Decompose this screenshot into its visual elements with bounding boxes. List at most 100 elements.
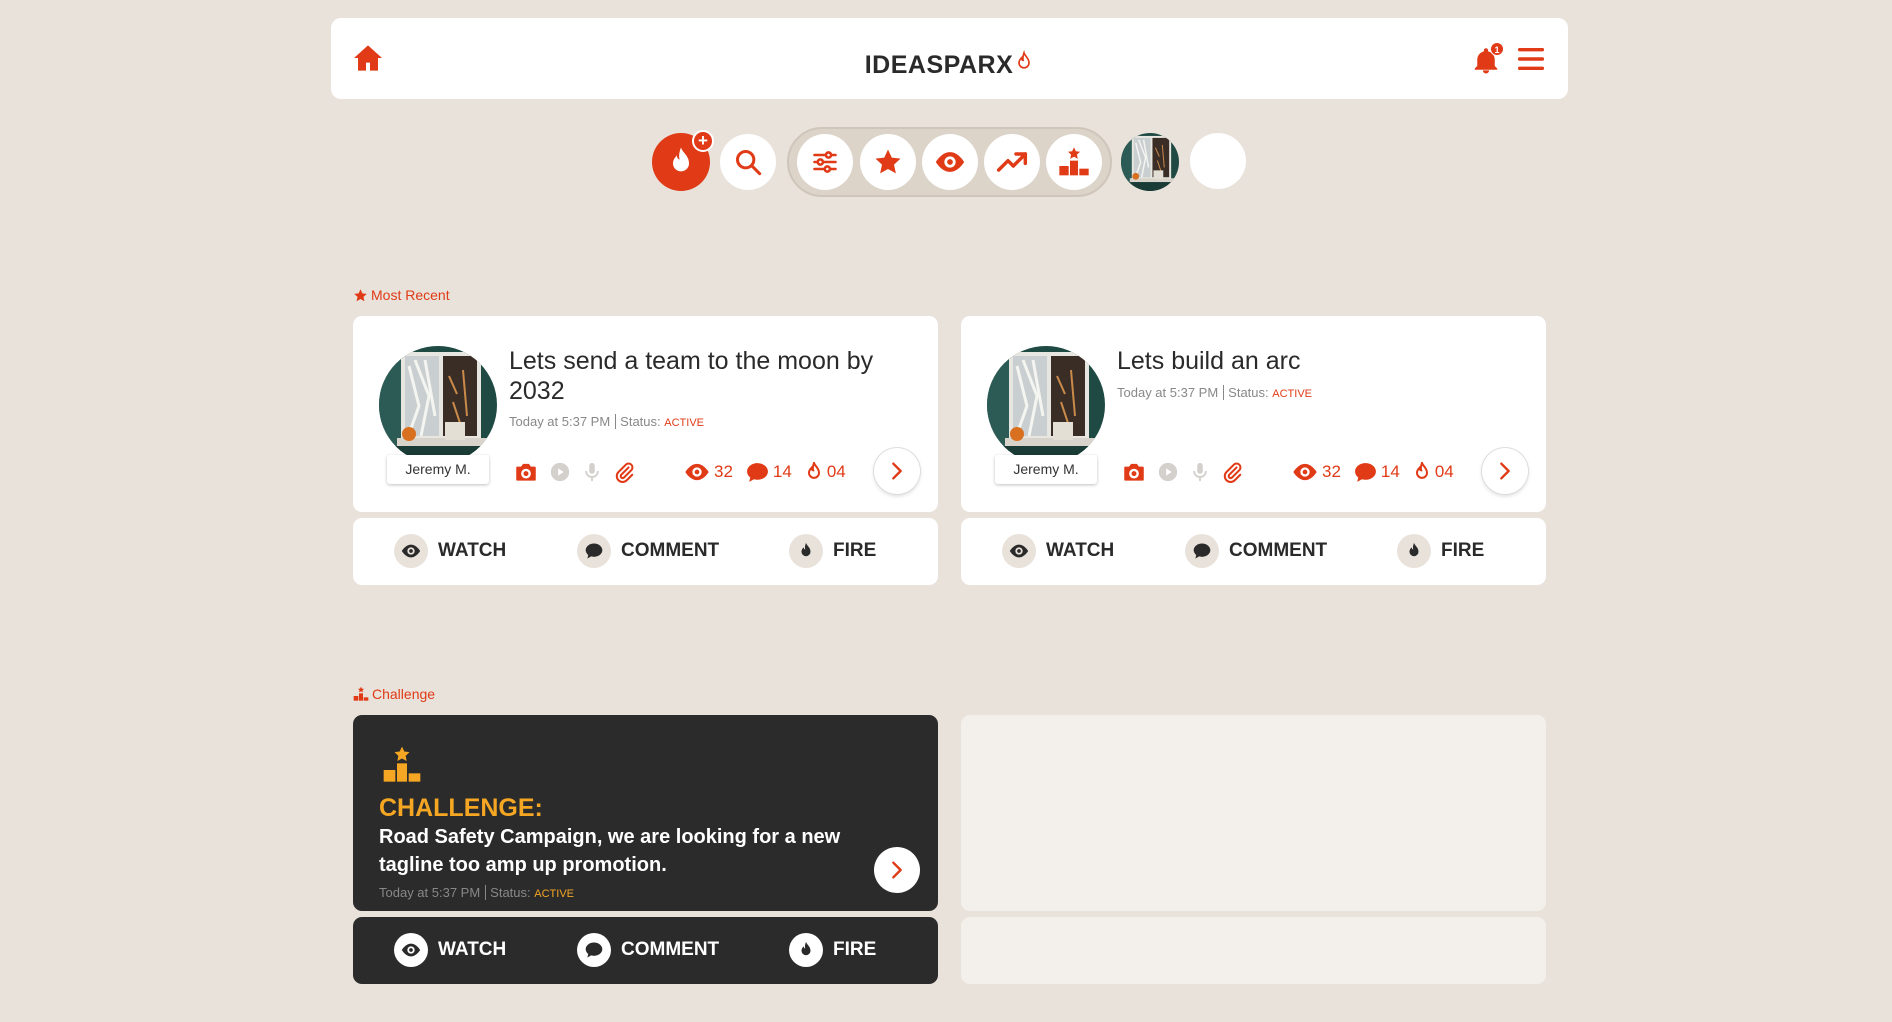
comment-icon (584, 541, 604, 561)
flame-icon (1018, 49, 1031, 69)
eye-icon (1008, 540, 1030, 562)
watch-button[interactable]: WATCH (394, 933, 506, 967)
eye-icon (400, 540, 422, 562)
podium-icon (1058, 146, 1090, 178)
open-challenge-button[interactable] (874, 847, 920, 893)
author-photo (379, 346, 497, 464)
camera-icon[interactable] (1121, 459, 1147, 485)
challenge-time: Today at 5:37 PM (379, 885, 481, 900)
watch-button[interactable]: WATCH (1002, 534, 1114, 568)
comment-icon (1192, 541, 1212, 561)
eye-icon (1291, 458, 1319, 486)
trending-button[interactable] (984, 134, 1040, 190)
play-icon[interactable] (549, 461, 571, 483)
new-idea-button[interactable]: + (652, 130, 714, 191)
idea-meta: Today at 5:37 PM Status: ACTIVE (509, 414, 704, 429)
eye-icon (400, 939, 422, 961)
notifications-button[interactable]: 1 (1471, 42, 1505, 76)
watching-button[interactable] (922, 134, 978, 190)
views-stat: 32 (1291, 458, 1341, 486)
hamburger-menu-icon[interactable] (1517, 46, 1545, 72)
trending-up-icon (996, 152, 1028, 172)
idea-title[interactable]: Lets send a team to the moon by 2032 (509, 346, 919, 406)
paperclip-icon[interactable] (1221, 461, 1243, 483)
chevron-right-icon (886, 460, 908, 482)
challenge-heading: CHALLENGE: (379, 794, 543, 822)
filter-button[interactable] (797, 134, 853, 190)
filter-sliders-icon (813, 151, 837, 173)
idea-time: Today at 5:37 PM (1117, 385, 1219, 400)
fires-stat: 04 (804, 461, 846, 483)
comments-stat: 14 (745, 460, 792, 485)
idea-actions-bar: WATCH COMMENT FIRE (961, 518, 1546, 585)
flame-icon (797, 541, 815, 561)
most-recent-label: Most Recent (353, 287, 450, 303)
fires-stat: 04 (1412, 461, 1454, 483)
search-icon (735, 149, 762, 176)
microphone-icon[interactable] (1189, 461, 1211, 483)
flame-icon (1412, 461, 1432, 483)
author-name: Jeremy M. (995, 455, 1097, 484)
play-icon[interactable] (1157, 461, 1179, 483)
flame-icon (1405, 541, 1423, 561)
idea-actions-bar: WATCH COMMENT FIRE (353, 518, 938, 585)
idea-card[interactable]: Jeremy M. Lets build an arc Today at 5:3… (961, 316, 1546, 512)
status-label: Status: (620, 414, 661, 429)
loading-placeholder-actions (961, 917, 1546, 984)
challenge-meta: Today at 5:37 PM Status: ACTIVE (379, 885, 574, 900)
challenges-button[interactable] (1046, 134, 1102, 190)
microphone-icon[interactable] (581, 461, 603, 483)
open-idea-button[interactable] (874, 448, 920, 494)
idea-stats: 32 14 04 (1291, 458, 1466, 486)
idea-title[interactable]: Lets build an arc (1117, 346, 1527, 376)
comments-stat: 14 (1353, 460, 1400, 485)
logo-text: IDEASPARX (864, 51, 1014, 79)
eye-icon (933, 145, 967, 179)
media-icons (513, 459, 635, 485)
flame-icon (797, 940, 815, 960)
user-avatar[interactable] (1121, 133, 1179, 191)
status-label: Status: (1228, 385, 1269, 400)
fire-button[interactable]: FIRE (789, 534, 876, 568)
chevron-right-icon (1494, 460, 1516, 482)
watch-button[interactable]: WATCH (394, 534, 506, 568)
challenge-card[interactable]: CHALLENGE: Road Safety Campaign, we are … (353, 715, 938, 911)
chevron-right-icon (886, 859, 908, 881)
notification-count-badge: 1 (1490, 42, 1504, 56)
views-stat: 32 (683, 458, 733, 486)
blank-toolbar-button[interactable] (1190, 133, 1246, 189)
idea-stats: 32 14 04 (683, 458, 858, 486)
challenge-actions-bar: WATCH COMMENT FIRE (353, 917, 938, 984)
comment-icon (745, 460, 770, 485)
status-badge: ACTIVE (664, 417, 704, 429)
author-name: Jeremy M. (387, 455, 489, 484)
status-badge: ACTIVE (534, 888, 574, 900)
podium-icon (353, 686, 369, 702)
comment-button[interactable]: COMMENT (1185, 534, 1327, 568)
eye-icon (683, 458, 711, 486)
logo[interactable]: IDEASPARX (331, 48, 1568, 80)
fire-button[interactable]: FIRE (1397, 534, 1484, 568)
author-photo (987, 346, 1105, 464)
top-header: IDEASPARX 1 (331, 18, 1568, 99)
idea-time: Today at 5:37 PM (509, 414, 611, 429)
media-icons (1121, 459, 1243, 485)
search-button[interactable] (720, 134, 776, 190)
favorites-button[interactable] (860, 134, 916, 190)
challenge-label: Challenge (353, 686, 435, 702)
challenge-description[interactable]: Road Safety Campaign, we are looking for… (379, 823, 859, 879)
flame-icon (665, 144, 697, 180)
open-idea-button[interactable] (1482, 448, 1528, 494)
flame-icon (804, 461, 824, 483)
status-badge: ACTIVE (1272, 388, 1312, 400)
loading-placeholder-card (961, 715, 1546, 911)
comment-button[interactable]: COMMENT (577, 534, 719, 568)
fire-button[interactable]: FIRE (789, 933, 876, 967)
idea-card[interactable]: Jeremy M. Lets send a team to the moon b… (353, 316, 938, 512)
paperclip-icon[interactable] (613, 461, 635, 483)
comment-button[interactable]: COMMENT (577, 933, 719, 967)
comment-icon (584, 940, 604, 960)
star-icon (873, 147, 903, 177)
camera-icon[interactable] (513, 459, 539, 485)
comment-icon (1353, 460, 1378, 485)
